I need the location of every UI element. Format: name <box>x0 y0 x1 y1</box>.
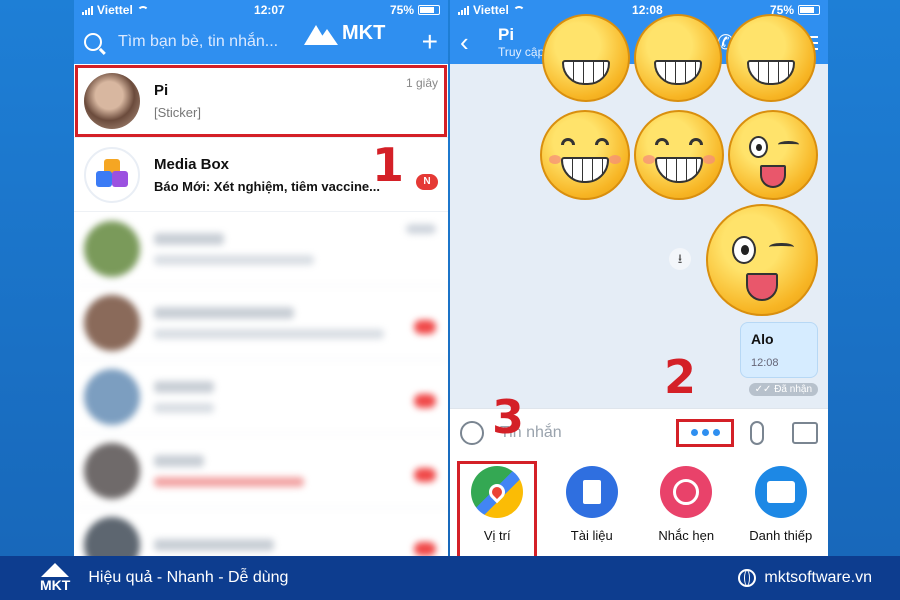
battery-icon <box>418 5 440 15</box>
conversation-item-blurred[interactable] <box>74 286 448 360</box>
footer-banner: MKT Hiệu quả - Nhanh - Dễ dùng mktsoftwa… <box>0 556 900 600</box>
tool-business-card[interactable]: Danh thiếp <box>746 466 816 556</box>
tool-label: Tài liệu <box>570 528 613 543</box>
sticker-grin[interactable] <box>726 14 816 102</box>
carrier-label: Viettel <box>97 3 133 17</box>
avatar <box>84 220 140 277</box>
website-link[interactable]: mktsoftware.vn <box>738 569 872 587</box>
signal-icon <box>458 5 469 15</box>
battery-icon <box>798 5 820 15</box>
conversation-item-pi[interactable]: Pi [Sticker] 1 giây <box>74 64 448 138</box>
avatar <box>84 294 140 351</box>
conversation-item-blurred[interactable] <box>74 434 448 508</box>
signal-icon <box>82 5 93 15</box>
avatar <box>84 72 140 129</box>
battery-percent: 75% <box>389 3 414 17</box>
phone-chat-detail: Viettel 12:08 75% ‹ Pi Truy cập 48 phút … <box>450 0 828 556</box>
footer-logo: MKT <box>40 563 70 593</box>
sticker-wink-tongue[interactable] <box>728 110 818 200</box>
conversation-name: Pi <box>154 81 169 99</box>
avatar <box>84 442 140 499</box>
avatar <box>84 516 140 556</box>
conversation-item-blurred[interactable] <box>74 508 448 556</box>
globe-icon <box>738 569 757 587</box>
slogan: Hiệu quả - Nhanh - Dễ dùng <box>88 569 289 586</box>
mkt-logo: MKT <box>304 22 385 45</box>
delivery-status: ✓✓ Đã nhận <box>748 383 818 396</box>
tool-reminder[interactable]: Nhắc hẹn <box>651 466 721 556</box>
website-url: mktsoftware.vn <box>764 569 872 586</box>
attachment-tray: Vị trí Tài liệu Nhắc hẹn Danh thiếp <box>450 456 828 556</box>
carrier-label: Viettel <box>473 3 509 17</box>
avatar <box>84 368 140 425</box>
mkt-logo-mark <box>41 563 70 577</box>
step-number-2: 2 <box>664 350 697 404</box>
conversation-item-blurred[interactable] <box>74 212 448 286</box>
conversation-time: 1 giây <box>405 76 438 90</box>
more-options-button[interactable] <box>676 418 734 447</box>
search-header: Tìm bạn bè, tin nhắn... + MKT <box>74 20 448 64</box>
alarm-clock-icon <box>660 466 713 518</box>
tool-document[interactable]: Tài liệu <box>557 466 627 556</box>
media-box-logo-icon <box>96 158 128 191</box>
mkt-logo-text: MKT <box>342 22 386 44</box>
avatar <box>84 146 140 203</box>
tool-label: Danh thiếp <box>749 528 813 543</box>
message-input[interactable]: Tin nhắn <box>500 424 676 442</box>
tutorial-canvas: Viettel 12:07 75% Tìm bạn bè, tin nhắn..… <box>0 0 900 600</box>
sticker-wink-tongue-large[interactable] <box>706 204 818 316</box>
wifi-icon <box>512 5 525 15</box>
message-bubble[interactable]: Alo 12:08 <box>740 322 818 378</box>
clock: 12:07 <box>254 3 285 17</box>
conversation-preview: [Sticker] <box>154 104 201 120</box>
mkt-logo-mark <box>304 23 338 45</box>
tool-label: Nhắc hẹn <box>658 528 715 543</box>
new-badge: N <box>416 174 438 190</box>
document-icon <box>565 466 618 518</box>
business-card-icon <box>754 466 807 518</box>
step-number-3: 3 <box>492 390 525 444</box>
sticker-grin[interactable] <box>634 14 722 102</box>
download-icon[interactable]: ⭳ <box>669 248 691 270</box>
add-icon[interactable]: + <box>422 28 438 56</box>
microphone-icon[interactable] <box>750 420 764 445</box>
conversation-item-blurred[interactable] <box>74 360 448 434</box>
sticker-grin[interactable] <box>542 14 630 102</box>
search-icon[interactable] <box>84 33 102 51</box>
back-icon[interactable]: ‹ <box>460 27 484 58</box>
footer-logo-text: MKT <box>40 577 71 593</box>
message-text: Alo <box>751 331 774 347</box>
phone-chat-list: Viettel 12:07 75% Tìm bạn bè, tin nhắn..… <box>74 0 448 556</box>
message-area: ⭳ Alo 12:08 ✓✓ Đã nhận <box>450 14 828 407</box>
emoji-icon[interactable] <box>460 420 484 445</box>
tool-label: Vị trí <box>483 528 511 543</box>
map-location-icon <box>471 466 524 518</box>
message-time: 12:08 <box>751 357 779 369</box>
image-icon[interactable] <box>792 421 818 444</box>
sticker-grin[interactable] <box>634 110 724 200</box>
tool-location[interactable]: Vị trí <box>457 461 538 556</box>
wifi-icon <box>136 5 149 15</box>
clock: 12:08 <box>632 3 663 17</box>
step-number-1: 1 <box>372 138 405 192</box>
sticker-grin[interactable] <box>540 110 630 200</box>
status-bar: Viettel 12:07 75% <box>74 0 448 20</box>
